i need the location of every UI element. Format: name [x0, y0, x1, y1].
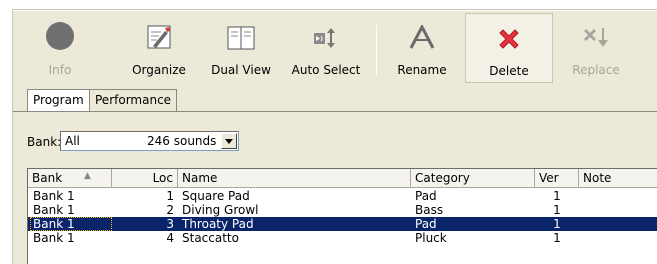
rename-button[interactable]: Rename [387, 13, 457, 83]
organize-icon [147, 25, 171, 49]
delete-button[interactable]: Delete [465, 13, 553, 83]
cell-loc: 4 [166, 231, 174, 245]
dropdown-arrow-icon[interactable] [221, 133, 237, 149]
cell-bank: Bank 1 [30, 217, 112, 231]
table-row[interactable]: Bank 1 2 Diving Growl Bass 1 [28, 203, 657, 217]
bank-label: Bank: [27, 135, 62, 149]
cell-ver: 1 [553, 231, 561, 245]
cell-loc: 1 [166, 189, 174, 203]
cell-ver: 1 [553, 217, 561, 231]
table-row[interactable]: Bank 1 1 Square Pad Pad 1 [28, 189, 657, 203]
column-header-loc[interactable]: Loc [112, 169, 178, 188]
organize-button-label: Organize [132, 63, 186, 77]
sound-count: 246 sounds [147, 134, 217, 148]
cell-category: Pad [415, 189, 437, 203]
cell-name: Throaty Pad [182, 217, 254, 231]
cell-bank: Bank 1 [33, 203, 75, 217]
table-row[interactable]: Bank 1 4 Staccatto Pluck 1 [28, 231, 657, 245]
bank-dropdown-value: All [65, 134, 80, 148]
toolbar: Info Organize Dual View Auto Select Rena… [13, 10, 657, 85]
cell-ver: 1 [553, 203, 561, 217]
cell-bank: Bank 1 [33, 189, 75, 203]
organize-button[interactable]: Organize [123, 13, 195, 83]
toolbar-separator [376, 25, 377, 75]
column-header-category[interactable]: Category [411, 169, 535, 188]
cell-category: Pad [415, 217, 437, 231]
rename-icon [409, 25, 435, 49]
tab-divider [13, 111, 657, 112]
column-header-bank[interactable]: Bank ▲ [28, 169, 112, 188]
replace-button[interactable]: Replace [561, 13, 631, 83]
cell-name: Square Pad [182, 189, 250, 203]
app-window: Info Organize Dual View Auto Select Rena… [12, 9, 657, 264]
column-header-ver[interactable]: Ver [535, 169, 579, 188]
info-button-label: Info [48, 63, 72, 77]
column-header-name[interactable]: Name [178, 169, 411, 188]
dual-view-button[interactable]: Dual View [206, 13, 276, 83]
cell-bank: Bank 1 [33, 231, 75, 245]
cell-category: Pluck [415, 231, 447, 245]
auto-select-button-label: Auto Select [291, 63, 361, 77]
tab-program[interactable]: Program [27, 89, 90, 112]
sort-ascending-icon: ▲ [84, 171, 91, 181]
rename-button-label: Rename [397, 63, 447, 77]
dual-view-icon [227, 26, 255, 50]
replace-button-label: Replace [572, 63, 620, 77]
column-header-note[interactable]: Note [579, 169, 657, 188]
cell-ver: 1 [553, 189, 561, 203]
replace-icon [584, 28, 608, 47]
info-icon [46, 22, 74, 50]
tab-performance[interactable]: Performance [89, 89, 178, 111]
cell-name: Diving Growl [182, 203, 259, 217]
cell-category: Bass [415, 203, 444, 217]
bank-dropdown[interactable]: All 246 sounds [60, 131, 239, 151]
auto-select-button[interactable]: Auto Select [285, 13, 367, 83]
dual-view-button-label: Dual View [211, 63, 271, 77]
auto-select-icon [314, 28, 335, 48]
delete-button-label: Delete [489, 64, 529, 78]
table-header: Bank ▲ Loc Name Category Ver Note [28, 169, 657, 188]
cell-loc: 2 [166, 203, 174, 217]
table-row-selected[interactable]: Bank 1 3 Throaty Pad Pad 1 [28, 217, 657, 231]
delete-icon [499, 29, 519, 49]
info-button[interactable]: Info [27, 13, 93, 83]
cell-loc: 3 [166, 217, 174, 231]
sound-table: Bank ▲ Loc Name Category Ver Note Bank 1… [27, 168, 657, 264]
cell-name: Staccatto [182, 231, 239, 245]
